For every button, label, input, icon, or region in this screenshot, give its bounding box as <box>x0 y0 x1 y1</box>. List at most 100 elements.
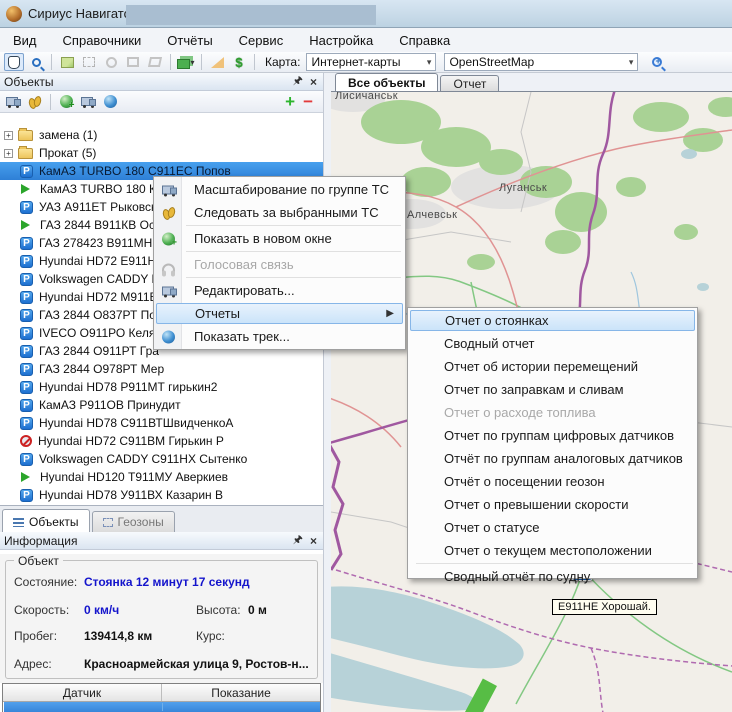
submenu-item-geozone-visits[interactable]: Отчёт о посещении геозон <box>410 471 695 492</box>
submenu-item-refuel-drain[interactable]: Отчет по заправкам и сливам <box>410 379 695 400</box>
menu-directories[interactable]: Справочники <box>50 30 155 51</box>
sensor-row-selected[interactable] <box>3 702 320 712</box>
submenu-item-status[interactable]: Отчет о статусе <box>410 517 695 538</box>
submenu-item-analog-sensors[interactable]: Отчёт по группам аналоговых датчиков <box>410 448 695 469</box>
vehicle-button[interactable] <box>78 93 98 111</box>
menu-item-edit[interactable]: Редактировать... <box>156 280 403 301</box>
menu-item-label: Следовать за выбранными ТС <box>194 205 379 220</box>
submenu-item-summary-report[interactable]: Сводный отчет <box>410 333 695 354</box>
menu-help[interactable]: Справка <box>386 30 463 51</box>
tree-item[interactable]: PHyundai HD78 У911ВХ Казарин В <box>0 486 323 504</box>
tree-item-label: ГАЗ 2844 О911РТ Гра <box>39 344 159 358</box>
tab-geozones-label: Геозоны <box>118 515 164 529</box>
expander-icon[interactable]: + <box>4 131 13 140</box>
add-object-button[interactable]: + <box>285 92 295 112</box>
tree-item-label: ГАЗ 2844 О837РТ Пов <box>39 308 162 322</box>
menu-reports[interactable]: Отчёты <box>154 30 225 51</box>
zoom-tool-button[interactable] <box>26 53 46 71</box>
globe-button[interactable] <box>100 93 120 111</box>
altitude-value: 0 м <box>248 603 267 617</box>
money-button[interactable]: $ <box>229 53 249 71</box>
zoom-in-map-button[interactable] <box>647 53 667 71</box>
menu-item-label: Отчет о расходе топлива <box>444 405 596 420</box>
menu-item-label: Отчет по группам цифровых датчиков <box>444 428 674 443</box>
pan-tool-button[interactable] <box>4 53 24 71</box>
tree-item[interactable]: Hyundai HD120 Т911МУ Аверкиев <box>0 468 323 486</box>
tree-item[interactable]: Hyundai HD72 С911ВМ Гирькин Р <box>0 432 323 450</box>
menu-item-label: Отчеты <box>195 306 240 321</box>
tree-folder-label: замена (1) <box>39 128 97 142</box>
truck-icon <box>162 285 177 296</box>
submenu-item-speeding[interactable]: Отчет о превышении скорости <box>410 494 695 515</box>
parked-icon: P <box>20 237 33 250</box>
tree-item[interactable]: PКамАЗ Р911ОВ Принудит <box>0 396 323 414</box>
tree-item-label: ГАЗ 2844 В911КВ Ос <box>40 218 155 232</box>
tree-item[interactable]: PГАЗ 2844 О978РТ Мер <box>0 360 323 378</box>
tree-folder[interactable]: + замена (1) <box>0 126 323 144</box>
column-sensor[interactable]: Датчик <box>3 684 162 701</box>
menu-view[interactable]: Вид <box>0 30 50 51</box>
tree-item-label: КамАЗ TURBO 180 К9 <box>40 182 163 196</box>
tab-report[interactable]: Отчет <box>440 75 499 91</box>
menu-item-show-in-new-window[interactable]: + Показать в новом окне <box>156 228 403 249</box>
submenu-item-vessel-summary[interactable]: Сводный отчёт по судну <box>410 566 695 587</box>
column-value[interactable]: Показание <box>162 684 320 701</box>
remove-object-button[interactable]: − <box>303 92 313 112</box>
draw-rect-button[interactable] <box>123 53 143 71</box>
expander-icon[interactable]: + <box>4 149 13 158</box>
menu-item-follow-selected[interactable]: Следовать за выбранными ТС <box>156 202 403 223</box>
reports-submenu: Отчет о стоянках Сводный отчет Отчет об … <box>407 307 698 579</box>
close-icon[interactable]: × <box>310 534 317 548</box>
info-panel-header: Информация 🖈 × <box>0 532 323 550</box>
pin-icon[interactable]: 🖈 <box>293 72 303 91</box>
follow-vehicle-button[interactable] <box>25 93 45 111</box>
info-panel-title: Информация <box>4 534 77 548</box>
truck-zoom-icon <box>162 184 177 195</box>
tab-objects[interactable]: Объекты <box>2 509 90 533</box>
tree-item-label: Hyundai HD72 С911ВМ Гирькин Р <box>38 434 224 448</box>
menu-item-zoom-to-group[interactable]: Масштабирование по группе ТС <box>156 179 403 200</box>
show-on-globe-button[interactable]: + <box>56 93 76 111</box>
zoom-to-vehicle-button[interactable] <box>3 93 23 111</box>
tree-item[interactable]: PHyundai HD78 С911ВТШвидченкоА <box>0 414 323 432</box>
tree-item[interactable]: PHyundai HD78 Р911МТ гирькин2 <box>0 378 323 396</box>
parked-icon: P <box>20 255 33 268</box>
vehicle-map-tooltip: Е911НЕ Хорошай. <box>552 599 657 615</box>
menu-item-reports[interactable]: Отчеты ▶ <box>156 303 403 324</box>
draw-circle-button[interactable] <box>101 53 121 71</box>
left-panel-tabs: Объекты Геозоны <box>0 505 323 532</box>
tab-geozones[interactable]: Геозоны <box>92 511 175 532</box>
folder-icon <box>18 130 33 141</box>
tree-item[interactable]: PVolkswagen CADDY С911НХ Сытенко <box>0 450 323 468</box>
menu-item-voice-link[interactable]: Голосовая связь <box>156 254 403 275</box>
close-icon[interactable]: × <box>310 75 317 89</box>
tree-item-label: КамАЗ Р911ОВ Принудит <box>39 398 181 412</box>
draw-polygon-button[interactable] <box>145 53 165 71</box>
pin-icon[interactable]: 🖈 <box>293 531 303 550</box>
measure-button[interactable] <box>207 53 227 71</box>
tree-folder-label: Прокат (5) <box>39 146 96 160</box>
menubar: Вид Справочники Отчёты Сервис Настройка … <box>0 28 732 52</box>
map-edit-button[interactable] <box>57 53 77 71</box>
globe-icon <box>104 95 117 108</box>
map-source-combobox[interactable]: Интернет-карты ▾ <box>306 53 436 71</box>
submenu-item-digital-sensors[interactable]: Отчет по группам цифровых датчиков <box>410 425 695 446</box>
select-area-button[interactable] <box>79 53 99 71</box>
tree-folder[interactable]: + Прокат (5) <box>0 144 323 162</box>
objects-panel-title: Объекты <box>4 75 54 89</box>
tab-all-objects[interactable]: Все объекты <box>335 73 438 91</box>
menu-separator <box>416 563 693 564</box>
menu-service[interactable]: Сервис <box>226 30 297 51</box>
layers-button[interactable]: ▾ <box>176 53 196 71</box>
menu-settings[interactable]: Настройка <box>296 30 386 51</box>
map-provider-combobox[interactable]: OpenStreetMap ▾ <box>444 53 638 71</box>
submenu-item-fuel-consumption[interactable]: Отчет о расходе топлива <box>410 402 695 423</box>
submenu-item-current-location[interactable]: Отчет о текущем местоположении <box>410 540 695 561</box>
submenu-item-parking-report[interactable]: Отчет о стоянках <box>410 310 695 331</box>
dropdown-arrow-icon: ▾ <box>190 58 194 67</box>
parked-icon: P <box>20 291 33 304</box>
parked-icon: P <box>20 345 33 358</box>
submenu-item-movement-history[interactable]: Отчет об истории перемещений <box>410 356 695 377</box>
moving-icon <box>21 472 30 482</box>
menu-item-show-track[interactable]: Показать трек... <box>156 326 403 347</box>
